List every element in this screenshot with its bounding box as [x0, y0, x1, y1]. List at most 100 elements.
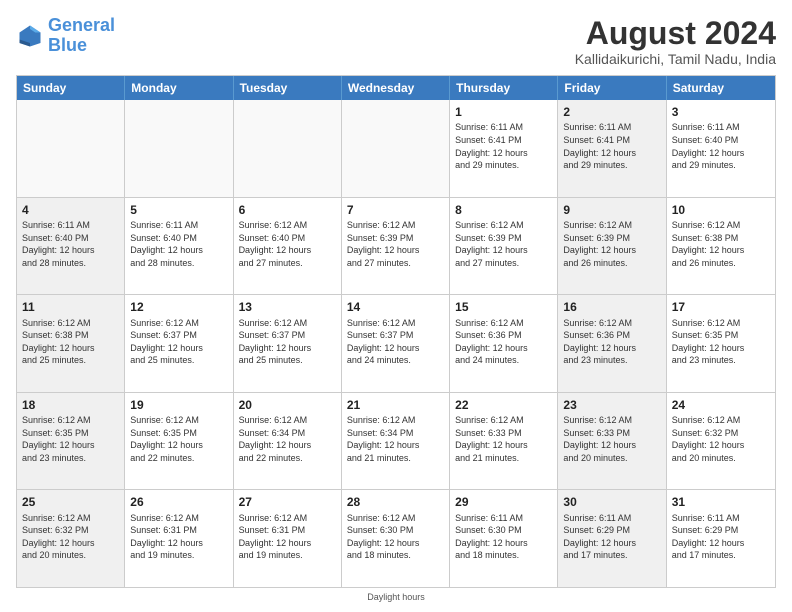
day-cell: 7Sunrise: 6:12 AM Sunset: 6:39 PM Daylig… — [342, 198, 450, 295]
day-number: 14 — [347, 299, 444, 315]
day-number: 4 — [22, 202, 119, 218]
day-number: 12 — [130, 299, 227, 315]
day-number: 19 — [130, 397, 227, 413]
day-info: Sunrise: 6:11 AM Sunset: 6:29 PM Dayligh… — [672, 512, 770, 562]
day-number: 13 — [239, 299, 336, 315]
day-header-sunday: Sunday — [17, 76, 125, 100]
day-info: Sunrise: 6:12 AM Sunset: 6:39 PM Dayligh… — [563, 219, 660, 269]
day-number: 5 — [130, 202, 227, 218]
day-number: 31 — [672, 494, 770, 510]
day-cell: 29 Sunrise: 6:11 AM Sunset: 6:30 PM Dayli… — [450, 490, 558, 587]
day-number: 6 — [239, 202, 336, 218]
day-cell: 17Sunrise: 6:12 AM Sunset: 6:35 PM Dayli… — [667, 295, 775, 392]
day-number: 30 — [563, 494, 660, 510]
day-cell: 19Sunrise: 6:12 AM Sunset: 6:35 PM Dayli… — [125, 393, 233, 490]
day-info: Sunrise: 6:11 AM Sunset: 6:41 PM Dayligh… — [455, 121, 552, 171]
week-row: 4Sunrise: 6:11 AM Sunset: 6:40 PM Daylig… — [17, 197, 775, 295]
day-cell: 13 Sunrise: 6:12 AM Sunset: 6:37 PM Dayli… — [234, 295, 342, 392]
day-number: 29 — [455, 494, 552, 510]
day-cell: 8Sunrise: 6:12 AM Sunset: 6:39 PM Daylig… — [450, 198, 558, 295]
day-info: Sunrise: 6:12 AM Sunset: 6:38 PM Dayligh… — [22, 317, 119, 367]
day-info: Sunrise: 6:11 AM Sunset: 6:40 PM Dayligh… — [22, 219, 119, 269]
day-cell — [17, 100, 125, 197]
day-number: 7 — [347, 202, 444, 218]
day-cell: 30 Sunrise: 6:11 AM Sunset: 6:29 PM Dayli… — [558, 490, 666, 587]
day-info: Sunrise: 6:11 AM Sunset: 6:41 PM Dayligh… — [563, 121, 660, 171]
day-info: Sunrise: 6:12 AM Sunset: 6:33 PM Dayligh… — [455, 414, 552, 464]
day-number: 21 — [347, 397, 444, 413]
day-info: Sunrise: 6:12 AM Sunset: 6:38 PM Dayligh… — [672, 219, 770, 269]
day-cell — [125, 100, 233, 197]
day-header-monday: Monday — [125, 76, 233, 100]
logo-line2: Blue — [48, 35, 87, 55]
day-info: Sunrise: 6:12 AM Sunset: 6:33 PM Dayligh… — [563, 414, 660, 464]
day-info: Sunrise: 6:11 AM Sunset: 6:30 PM Dayligh… — [455, 512, 552, 562]
day-number: 2 — [563, 104, 660, 120]
day-info: Sunrise: 6:12 AM Sunset: 6:31 PM Dayligh… — [130, 512, 227, 562]
day-info: Sunrise: 6:12 AM Sunset: 6:37 PM Dayligh… — [239, 317, 336, 367]
day-info: Sunrise: 6:11 AM Sunset: 6:40 PM Dayligh… — [672, 121, 770, 171]
day-number: 11 — [22, 299, 119, 315]
day-number: 28 — [347, 494, 444, 510]
day-cell: 12 Sunrise: 6:12 AM Sunset: 6:37 PM Dayli… — [125, 295, 233, 392]
day-cell: 22Sunrise: 6:12 AM Sunset: 6:33 PM Dayli… — [450, 393, 558, 490]
day-info: Sunrise: 6:12 AM Sunset: 6:34 PM Dayligh… — [239, 414, 336, 464]
day-number: 3 — [672, 104, 770, 120]
day-cell: 23Sunrise: 6:12 AM Sunset: 6:33 PM Dayli… — [558, 393, 666, 490]
day-info: Sunrise: 6:12 AM Sunset: 6:35 PM Dayligh… — [130, 414, 227, 464]
day-header-saturday: Saturday — [667, 76, 775, 100]
header: General Blue August 2024 Kallidaikurichi… — [16, 16, 776, 67]
day-number: 22 — [455, 397, 552, 413]
day-info: Sunrise: 6:12 AM Sunset: 6:30 PM Dayligh… — [347, 512, 444, 562]
day-number: 20 — [239, 397, 336, 413]
day-header-tuesday: Tuesday — [234, 76, 342, 100]
day-info: Sunrise: 6:12 AM Sunset: 6:39 PM Dayligh… — [455, 219, 552, 269]
day-cell: 21Sunrise: 6:12 AM Sunset: 6:34 PM Dayli… — [342, 393, 450, 490]
day-info: Sunrise: 6:12 AM Sunset: 6:39 PM Dayligh… — [347, 219, 444, 269]
week-row: 18 Sunrise: 6:12 AM Sunset: 6:35 PM Dayli… — [17, 392, 775, 490]
day-number: 23 — [563, 397, 660, 413]
day-info: Sunrise: 6:11 AM Sunset: 6:40 PM Dayligh… — [130, 219, 227, 269]
day-header-wednesday: Wednesday — [342, 76, 450, 100]
page: General Blue August 2024 Kallidaikurichi… — [0, 0, 792, 612]
day-info: Sunrise: 6:12 AM Sunset: 6:35 PM Dayligh… — [672, 317, 770, 367]
day-header-thursday: Thursday — [450, 76, 558, 100]
week-row: 1Sunrise: 6:11 AM Sunset: 6:41 PM Daylig… — [17, 100, 775, 197]
day-number: 26 — [130, 494, 227, 510]
day-cell: 5Sunrise: 6:11 AM Sunset: 6:40 PM Daylig… — [125, 198, 233, 295]
day-number: 18 — [22, 397, 119, 413]
day-cell: 28 Sunrise: 6:12 AM Sunset: 6:30 PM Dayli… — [342, 490, 450, 587]
day-info: Sunrise: 6:12 AM Sunset: 6:37 PM Dayligh… — [347, 317, 444, 367]
day-cell: 15Sunrise: 6:12 AM Sunset: 6:36 PM Dayli… — [450, 295, 558, 392]
title-block: August 2024 Kallidaikurichi, Tamil Nadu,… — [575, 16, 776, 67]
day-info: Sunrise: 6:12 AM Sunset: 6:37 PM Dayligh… — [130, 317, 227, 367]
location: Kallidaikurichi, Tamil Nadu, India — [575, 51, 776, 67]
day-cell: 2Sunrise: 6:11 AM Sunset: 6:41 PM Daylig… — [558, 100, 666, 197]
day-cell: 26 Sunrise: 6:12 AM Sunset: 6:31 PM Dayli… — [125, 490, 233, 587]
day-number: 16 — [563, 299, 660, 315]
day-header-friday: Friday — [558, 76, 666, 100]
logo-line1: General — [48, 15, 115, 35]
day-cell — [342, 100, 450, 197]
day-info: Sunrise: 6:12 AM Sunset: 6:32 PM Dayligh… — [672, 414, 770, 464]
day-cell: 24Sunrise: 6:12 AM Sunset: 6:32 PM Dayli… — [667, 393, 775, 490]
day-cell: 10Sunrise: 6:12 AM Sunset: 6:38 PM Dayli… — [667, 198, 775, 295]
day-info: Sunrise: 6:12 AM Sunset: 6:40 PM Dayligh… — [239, 219, 336, 269]
day-headers: SundayMondayTuesdayWednesdayThursdayFrid… — [17, 76, 775, 100]
day-cell: 6Sunrise: 6:12 AM Sunset: 6:40 PM Daylig… — [234, 198, 342, 295]
day-cell: 20Sunrise: 6:12 AM Sunset: 6:34 PM Dayli… — [234, 393, 342, 490]
day-cell: 11 Sunrise: 6:12 AM Sunset: 6:38 PM Dayli… — [17, 295, 125, 392]
day-cell: 27Sunrise: 6:12 AM Sunset: 6:31 PM Dayli… — [234, 490, 342, 587]
week-row: 11 Sunrise: 6:12 AM Sunset: 6:38 PM Dayli… — [17, 294, 775, 392]
month-year: August 2024 — [575, 16, 776, 51]
week-row: 25Sunrise: 6:12 AM Sunset: 6:32 PM Dayli… — [17, 489, 775, 587]
day-info: Sunrise: 6:12 AM Sunset: 6:36 PM Dayligh… — [563, 317, 660, 367]
day-cell: 3Sunrise: 6:11 AM Sunset: 6:40 PM Daylig… — [667, 100, 775, 197]
day-cell: 9Sunrise: 6:12 AM Sunset: 6:39 PM Daylig… — [558, 198, 666, 295]
day-cell: 14 Sunrise: 6:12 AM Sunset: 6:37 PM Dayli… — [342, 295, 450, 392]
day-info: Sunrise: 6:12 AM Sunset: 6:31 PM Dayligh… — [239, 512, 336, 562]
day-info: Sunrise: 6:11 AM Sunset: 6:29 PM Dayligh… — [563, 512, 660, 562]
day-number: 24 — [672, 397, 770, 413]
day-number: 10 — [672, 202, 770, 218]
day-info: Sunrise: 6:12 AM Sunset: 6:36 PM Dayligh… — [455, 317, 552, 367]
